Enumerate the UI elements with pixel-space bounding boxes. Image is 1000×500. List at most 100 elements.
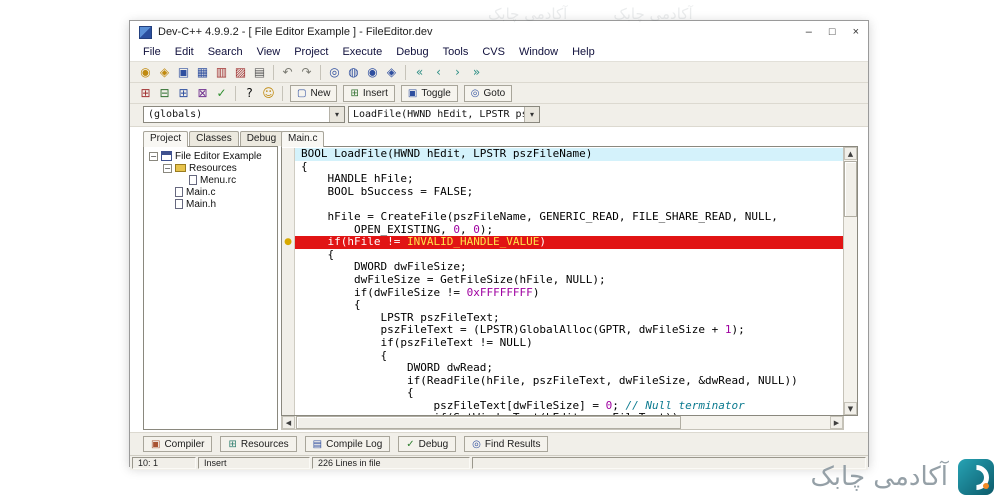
vertical-scroll-thumb[interactable]: [844, 161, 857, 217]
compile-run-icon[interactable]: ⊞: [174, 85, 193, 102]
menu-item-execute[interactable]: Execute: [335, 45, 389, 59]
code-text[interactable]: if(SetWindowText(hEdit, pszFileText)): [295, 412, 843, 415]
undo-icon[interactable]: ↶: [278, 64, 297, 81]
bottom-tab-find-results[interactable]: ◎ Find Results: [464, 436, 549, 452]
code-text[interactable]: pszFileText = (LPSTR)GlobalAlloc(GPTR, d…: [295, 324, 843, 337]
code-text[interactable]: BOOL bSuccess = FALSE;: [295, 186, 843, 199]
about-icon[interactable]: ☺: [259, 85, 278, 102]
find-icon[interactable]: ◎: [325, 64, 344, 81]
help-icon[interactable]: ?: [240, 85, 259, 102]
menu-item-window[interactable]: Window: [512, 45, 565, 59]
goto-button[interactable]: ◎ Goto: [463, 84, 513, 102]
project-tree[interactable]: − File Editor Example − Resources Menu.rc Mai…: [143, 146, 278, 430]
bottom-tab-compiler[interactable]: ▣ Compiler: [143, 436, 213, 452]
gutter-breakpoint-icon[interactable]: ●: [282, 236, 295, 249]
code-text[interactable]: if(ReadFile(hFile, pszFileText, dwFileSi…: [295, 375, 843, 388]
menu-item-debug[interactable]: Debug: [389, 45, 435, 59]
gutter: [282, 299, 295, 312]
close-file-icon[interactable]: ▥: [212, 64, 231, 81]
menu-item-edit[interactable]: Edit: [168, 45, 201, 59]
bottom-tab-debug[interactable]: ✓ Debug: [398, 436, 457, 452]
print-icon[interactable]: ▤: [250, 64, 269, 81]
code-text[interactable]: {: [295, 350, 843, 363]
code-text[interactable]: LPSTR pszFileText;: [295, 312, 843, 325]
maximize-button[interactable]: □: [829, 26, 836, 38]
tree-item-menu-rc[interactable]: Menu.rc: [147, 174, 277, 186]
menu-item-cvs[interactable]: CVS: [475, 45, 512, 59]
members-combobox[interactable]: LoadFile(HWND hEdit, LPSTR psz ▾: [348, 106, 540, 123]
previous-icon[interactable]: ‹: [429, 64, 448, 81]
code-text[interactable]: if(hFile != INVALID_HANDLE_VALUE): [295, 236, 843, 249]
code-text[interactable]: {: [295, 249, 843, 262]
close-all-icon[interactable]: ▨: [231, 64, 250, 81]
run-icon[interactable]: ⊟: [155, 85, 174, 102]
dropdown-arrow-icon[interactable]: ▾: [329, 107, 344, 122]
find-in-files-icon[interactable]: ◉: [363, 64, 382, 81]
bottom-tab-compile-log[interactable]: ▤ Compile Log: [304, 436, 391, 452]
tree-item-resources[interactable]: − Resources: [147, 162, 277, 174]
code-text[interactable]: OPEN_EXISTING, 0, 0);: [295, 224, 843, 237]
code-text[interactable]: hFile = CreateFile(pszFileName, GENERIC_…: [295, 211, 843, 224]
horizontal-scroll-thumb[interactable]: [296, 416, 682, 429]
new-button[interactable]: ▢ New: [290, 84, 338, 102]
syntax-check-icon[interactable]: ✓: [212, 85, 231, 102]
redo-icon[interactable]: ↷: [297, 64, 316, 81]
tab-main-c[interactable]: Main.c: [281, 131, 325, 147]
title-bar[interactable]: Dev-C++ 4.9.9.2 - [ File Editor Example …: [130, 21, 868, 43]
vertical-scrollbar[interactable]: ▲ ▼: [843, 147, 857, 415]
tree-expander-icon[interactable]: −: [163, 163, 172, 173]
vertical-scroll-track[interactable]: [844, 160, 857, 402]
code-text[interactable]: [295, 198, 843, 211]
menu-item-help[interactable]: Help: [565, 45, 602, 59]
minimize-button[interactable]: –: [806, 26, 812, 38]
insert-button[interactable]: ⊞ Insert: [343, 84, 395, 102]
code-text[interactable]: DWORD dwFileSize;: [295, 261, 843, 274]
bottom-tab-resources[interactable]: ⊞ Resources: [220, 436, 297, 452]
horizontal-scrollbar[interactable]: ◀ ▶: [281, 416, 844, 430]
code-text[interactable]: DWORD dwRead;: [295, 362, 843, 375]
scroll-left-icon[interactable]: ◀: [282, 416, 295, 429]
code-text[interactable]: pszFileText[dwFileSize] = 0; // Null ter…: [295, 400, 843, 413]
menu-item-tools[interactable]: Tools: [436, 45, 476, 59]
code-text[interactable]: if(dwFileSize != 0xFFFFFFFF): [295, 287, 843, 300]
code-editor[interactable]: BOOL LoadFile(HWND hEdit, LPSTR pszFileN…: [282, 147, 843, 415]
tab-project[interactable]: Project: [143, 131, 189, 147]
compile-icon[interactable]: ⊞: [136, 85, 155, 102]
replace-icon[interactable]: ◍: [344, 64, 363, 81]
scroll-up-icon[interactable]: ▲: [844, 147, 857, 160]
code-text[interactable]: HANDLE hFile;: [295, 173, 843, 186]
code-text[interactable]: dwFileSize = GetFileSize(hFile, NULL);: [295, 274, 843, 287]
close-button[interactable]: ×: [853, 26, 859, 38]
save-all-icon[interactable]: ▦: [193, 64, 212, 81]
tree-item-main-h[interactable]: Main.h: [147, 198, 277, 210]
code-text[interactable]: {: [295, 161, 843, 174]
code-text[interactable]: BOOL LoadFile(HWND hEdit, LPSTR pszFileN…: [295, 148, 843, 161]
menu-item-search[interactable]: Search: [201, 45, 250, 59]
globals-combobox[interactable]: (globals) ▾: [143, 106, 345, 123]
tab-classes[interactable]: Classes: [189, 131, 239, 146]
code-text[interactable]: {: [295, 387, 843, 400]
scroll-right-icon[interactable]: ▶: [830, 416, 843, 429]
tree-expander-icon[interactable]: −: [149, 151, 158, 161]
tree-item-file-editor-example[interactable]: − File Editor Example: [147, 150, 277, 162]
toggle-button[interactable]: ▣ Toggle: [400, 84, 458, 102]
save-icon[interactable]: ▣: [174, 64, 193, 81]
menu-item-project[interactable]: Project: [287, 45, 335, 59]
rebuild-all-icon[interactable]: ⊠: [193, 85, 212, 102]
code-text[interactable]: {: [295, 299, 843, 312]
menu-item-view[interactable]: View: [250, 45, 288, 59]
horizontal-scroll-track[interactable]: [295, 416, 830, 429]
back-icon[interactable]: «: [410, 64, 429, 81]
code-text[interactable]: if(pszFileText != NULL): [295, 337, 843, 350]
tree-item-main-c[interactable]: Main.c: [147, 186, 277, 198]
gutter: [282, 248, 295, 262]
open-project-icon[interactable]: ◈: [155, 64, 174, 81]
next-icon[interactable]: ›: [448, 64, 467, 81]
new-project-icon[interactable]: ◉: [136, 64, 155, 81]
menu-item-file[interactable]: File: [136, 45, 168, 59]
goto-line-icon[interactable]: ◈: [382, 64, 401, 81]
scroll-down-icon[interactable]: ▼: [844, 402, 857, 415]
forward-icon[interactable]: »: [467, 64, 486, 81]
dropdown-arrow-icon[interactable]: ▾: [524, 107, 539, 122]
tab-debug[interactable]: Debug: [239, 131, 284, 146]
